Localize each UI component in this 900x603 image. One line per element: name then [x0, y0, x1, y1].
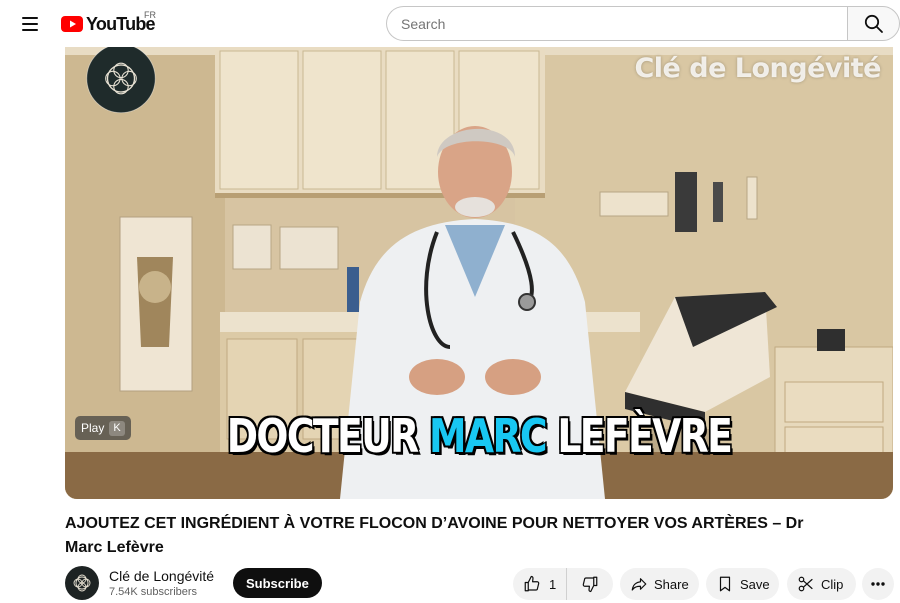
- channel-name[interactable]: Clé de Longévité: [109, 568, 229, 584]
- play-label: Play: [81, 421, 105, 435]
- caption-part2: LEFÈVRE: [545, 408, 734, 464]
- search-icon: [864, 14, 883, 33]
- youtube-logo-icon: [61, 16, 83, 32]
- video-caption: DOCTEUR MARC LEFÈVRE: [140, 408, 819, 464]
- channel-info: Clé de Longévité 7.54K subscribers: [109, 568, 229, 598]
- channel-owner: Clé de Longévité 7.54K subscribers Subsc…: [65, 565, 322, 601]
- share-button[interactable]: Share: [620, 568, 699, 600]
- video-watermark: Clé de Longévité: [634, 53, 881, 84]
- save-button[interactable]: Save: [706, 568, 779, 600]
- save-icon: [719, 576, 731, 592]
- like-dislike-group: 1: [513, 568, 613, 600]
- clip-button[interactable]: Clip: [787, 568, 856, 600]
- subscriber-count: 7.54K subscribers: [109, 586, 198, 598]
- masthead: YouTube FR: [0, 0, 900, 46]
- video-player[interactable]: Clé de Longévité Play K DOCTEUR MARC LEF…: [65, 47, 893, 499]
- search-bar: [386, 6, 900, 41]
- share-icon: [631, 578, 647, 591]
- country-code: FR: [144, 10, 156, 20]
- menu-button[interactable]: [14, 8, 46, 40]
- channel-watermark-logo: [86, 47, 156, 114]
- menu-icon: [22, 17, 38, 19]
- channel-avatar[interactable]: [65, 566, 99, 600]
- clip-icon: [798, 576, 813, 592]
- play-shortcut-key: K: [109, 420, 125, 436]
- save-label: Save: [740, 576, 770, 592]
- search-input[interactable]: [386, 6, 847, 41]
- dislike-button[interactable]: [567, 568, 613, 600]
- like-button[interactable]: 1: [513, 568, 568, 600]
- youtube-logo[interactable]: YouTube: [61, 13, 156, 35]
- channel-avatar-icon: [73, 574, 91, 592]
- caption-part1: DOCTEUR: [226, 408, 429, 464]
- share-label: Share: [654, 576, 689, 592]
- like-icon: [524, 575, 540, 592]
- subscribe-button[interactable]: Subscribe: [233, 568, 322, 598]
- more-actions-button[interactable]: [862, 568, 894, 600]
- like-count: 1: [549, 576, 557, 592]
- more-icon: [871, 582, 885, 586]
- search-button[interactable]: [847, 6, 900, 41]
- caption-highlight: MARC: [428, 408, 548, 464]
- video-title: AJOUTEZ CET INGRÉDIENT À VOTRE FLOCON D’…: [65, 515, 804, 556]
- dislike-icon: [582, 576, 598, 593]
- clip-label: Clip: [821, 576, 844, 592]
- play-tooltip[interactable]: Play K: [75, 416, 131, 440]
